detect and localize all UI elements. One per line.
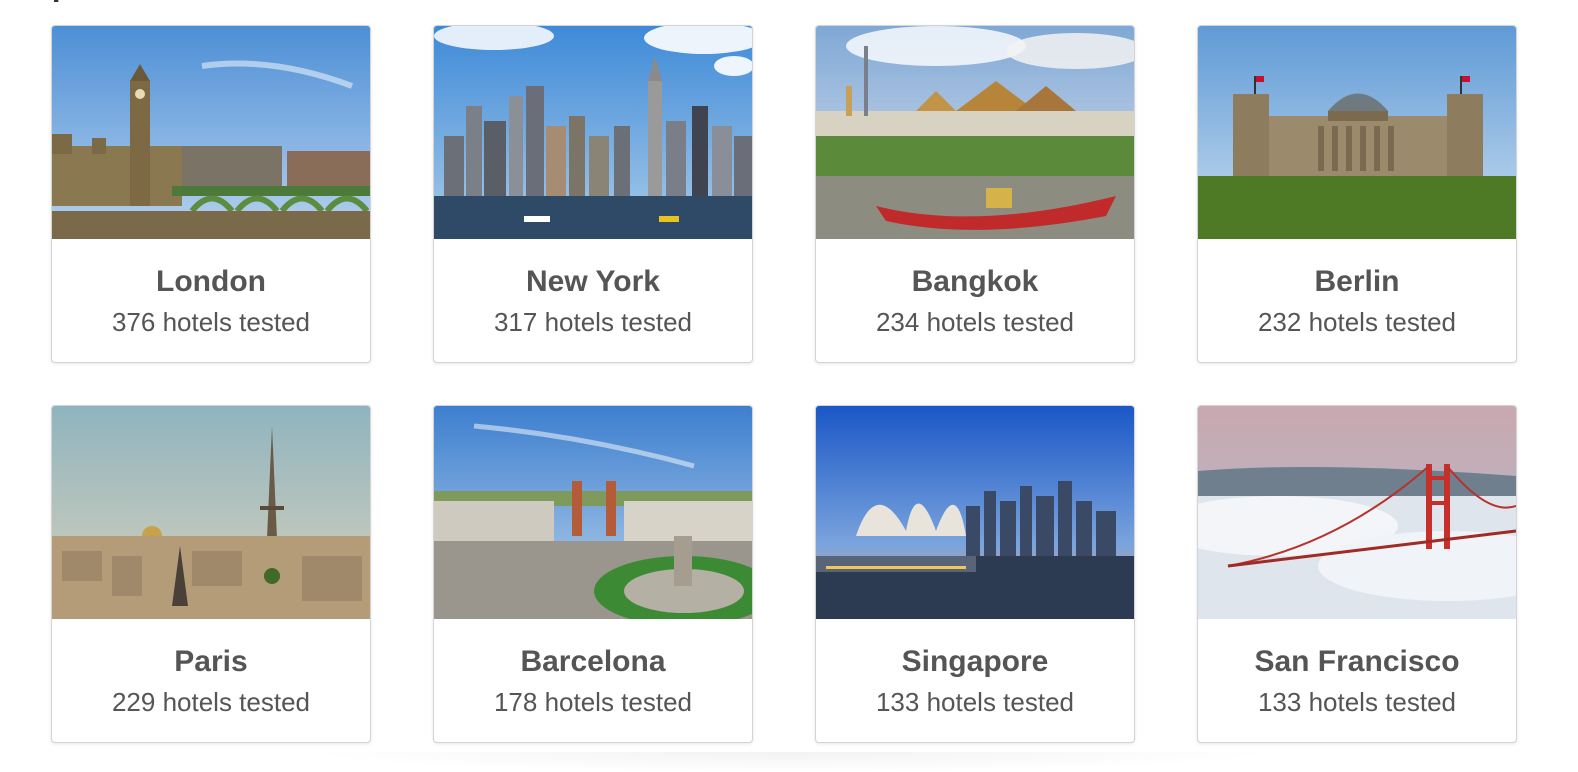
hotel-count: 232 hotels tested	[1257, 307, 1457, 337]
hotel-count: 317 hotels tested	[493, 307, 693, 337]
section-heading: P	[52, 0, 72, 8]
destination-card-bangkok[interactable]: Bangkok 234 hotels tested	[815, 25, 1135, 363]
destination-card-singapore[interactable]: Singapore 133 hotels tested	[815, 405, 1135, 743]
city-name: New York	[526, 265, 660, 298]
destination-card-paris[interactable]: Paris 229 hotels tested	[51, 405, 371, 743]
berlin-reichstag-photo	[1198, 26, 1516, 239]
destination-card-barcelona[interactable]: Barcelona 178 hotels tested	[433, 405, 753, 743]
bangkok-temple-photo	[816, 26, 1134, 239]
destination-card-new-york[interactable]: New York 317 hotels tested	[433, 25, 753, 363]
golden-gate-bridge-photo	[1198, 406, 1516, 619]
city-name: Paris	[174, 645, 248, 678]
hotel-count: 133 hotels tested	[1257, 687, 1457, 717]
barcelona-plaza-photo	[434, 406, 752, 619]
destination-grid: London 376 hotels tested New York 317 ho…	[51, 25, 1517, 743]
paris-eiffel-tower-photo	[52, 406, 370, 619]
city-name: Berlin	[1314, 265, 1400, 298]
hotel-count: 376 hotels tested	[111, 307, 311, 337]
hotel-count: 133 hotels tested	[875, 687, 1075, 717]
city-name: Singapore	[901, 645, 1049, 678]
footer-shadow	[300, 752, 1280, 772]
hotel-count: 229 hotels tested	[111, 687, 311, 717]
hotel-count: 178 hotels tested	[493, 687, 693, 717]
london-skyline-photo	[52, 26, 370, 239]
new-york-skyline-photo	[434, 26, 752, 239]
city-name: London	[156, 265, 266, 298]
destination-card-london[interactable]: London 376 hotels tested	[51, 25, 371, 363]
city-name: San Francisco	[1254, 645, 1460, 678]
destination-card-san-francisco[interactable]: San Francisco 133 hotels tested	[1197, 405, 1517, 743]
city-name: Barcelona	[520, 645, 666, 678]
destination-card-berlin[interactable]: Berlin 232 hotels tested	[1197, 25, 1517, 363]
city-name: Bangkok	[911, 265, 1039, 298]
popular-destinations-page: P	[0, 0, 1578, 772]
singapore-marina-photo	[816, 406, 1134, 619]
hotel-count: 234 hotels tested	[875, 307, 1075, 337]
